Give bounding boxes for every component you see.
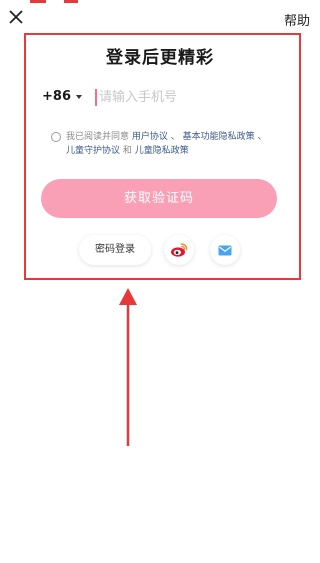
privacy-policy-link[interactable]: 基本功能隐私政策 [183, 132, 255, 142]
top-red-marks [30, 0, 90, 4]
weibo-login-button[interactable] [164, 235, 194, 265]
agreement-prefix: 我已阅读并同意 [66, 132, 130, 142]
annotation-arrow [119, 288, 137, 446]
weibo-icon [171, 243, 188, 257]
chevron-down-icon [75, 94, 82, 99]
page-title: 登录后更精彩 [106, 48, 214, 68]
agreement-radio[interactable] [51, 132, 61, 142]
password-login-button[interactable]: 密码登录 [79, 235, 151, 265]
agreement-separator: 、 [170, 132, 180, 142]
country-code-label: +86 [42, 89, 71, 104]
help-link[interactable]: 帮助 [284, 10, 310, 29]
mail-icon [218, 245, 232, 255]
get-code-button[interactable]: 获取验证码 [41, 179, 277, 218]
agreement-text: 我已阅读并同意 用户协议 、 基本功能隐私政策 、 儿童守护协议 和 儿童隐私政… [66, 130, 281, 158]
text-cursor [95, 89, 97, 106]
agreement-separator: 、 [257, 132, 267, 142]
user-agreement-link[interactable]: 用户协议 [132, 132, 168, 142]
child-privacy-link[interactable]: 儿童隐私政策 [135, 146, 189, 156]
close-icon [9, 10, 23, 24]
mail-login-button[interactable] [210, 235, 240, 265]
child-agreement-link[interactable]: 儿童守护协议 [66, 146, 120, 156]
agreement-and: 和 [122, 146, 135, 156]
close-button[interactable] [8, 9, 28, 29]
phone-input[interactable] [99, 87, 279, 107]
country-code-selector[interactable]: +86 [42, 89, 82, 104]
